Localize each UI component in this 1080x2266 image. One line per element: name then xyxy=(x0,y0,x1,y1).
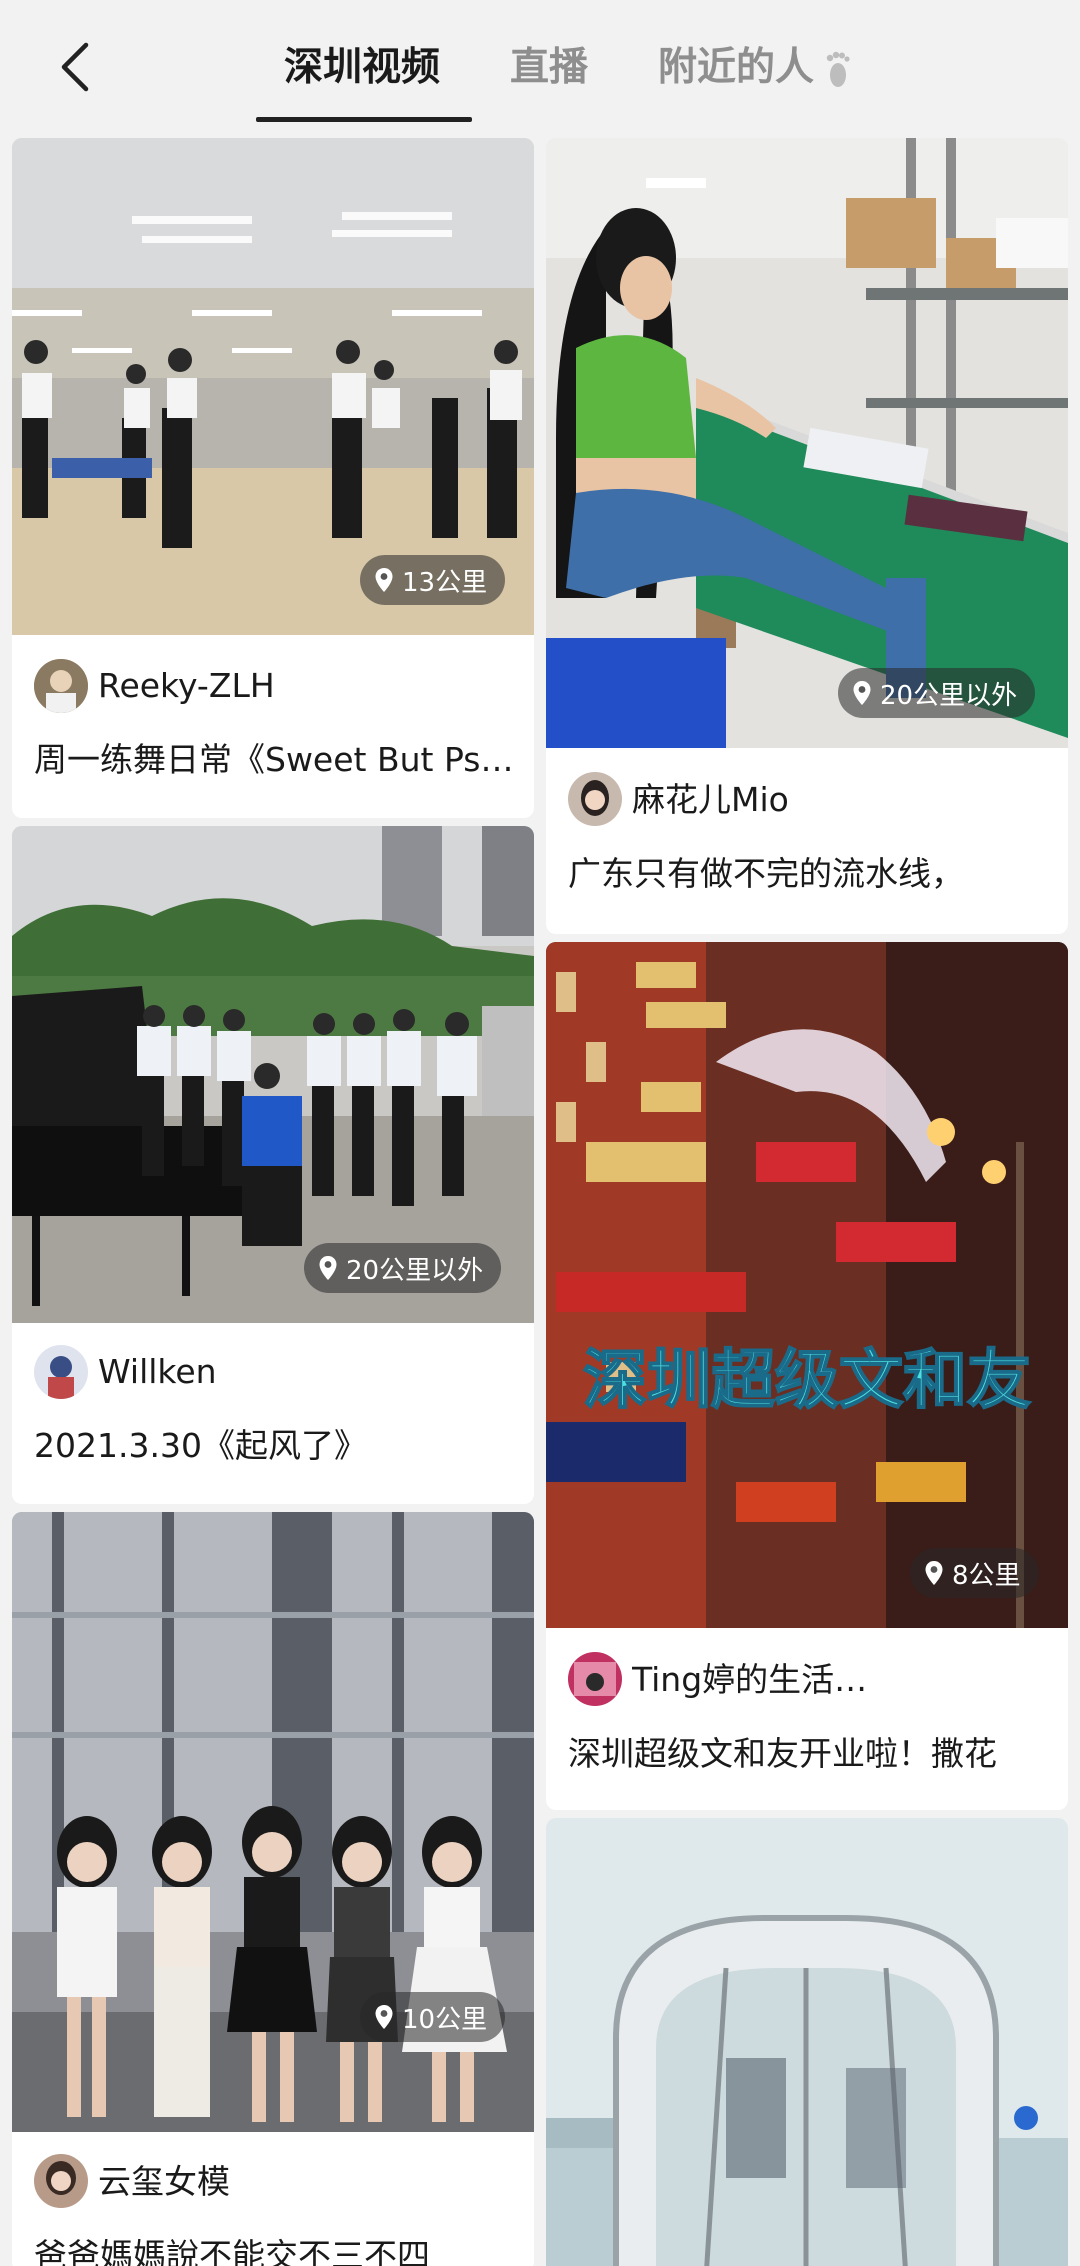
video-thumbnail[interactable]: 20公里以外 xyxy=(546,138,1068,748)
video-caption[interactable]: 2021.3.30《起风了》 xyxy=(34,1424,514,1468)
avatar[interactable] xyxy=(34,659,88,713)
video-card-4[interactable]: 深圳超级文和友 8公里 Ting婷的生活… 深圳超级文和友开业啦！撒花 xyxy=(546,942,1068,1810)
location-pin-icon xyxy=(319,1256,337,1280)
video-caption[interactable]: 深圳超级文和友开业啦！撒花 xyxy=(568,1732,1048,1776)
distance-badge: 10公里 xyxy=(360,1992,506,2042)
location-pin-icon xyxy=(925,1561,943,1585)
tab-shenzhen-videos[interactable]: 深圳视频 xyxy=(284,38,440,98)
video-card-5[interactable]: 10公里 云玺女模 爸爸媽媽說不能交不三不四 xyxy=(12,1512,534,2266)
location-pin-icon xyxy=(853,681,871,705)
video-thumbnail[interactable]: 13公里 xyxy=(12,138,534,635)
avatar[interactable] xyxy=(568,1652,622,1706)
footprint-icon xyxy=(826,51,850,87)
video-thumbnail[interactable]: 20公里以外 xyxy=(12,826,534,1323)
author-name[interactable]: Reeky-ZLH xyxy=(98,664,518,708)
distance-badge: 20公里以外 xyxy=(304,1243,502,1293)
author-name[interactable]: 云玺女模 xyxy=(98,2160,518,2204)
active-tab-indicator xyxy=(256,117,472,122)
distance-text: 8公里 xyxy=(952,1560,1021,1591)
video-caption[interactable]: 周一练舞日常《Sweet But Psycho》 xyxy=(34,738,514,782)
location-pin-icon xyxy=(375,568,393,592)
tab-nearby-people[interactable]: 附近的人 xyxy=(658,38,814,98)
location-pin-icon xyxy=(375,2005,393,2029)
video-thumbnail[interactable]: 深圳超级文和友 8公里 xyxy=(546,942,1068,1628)
avatar[interactable] xyxy=(568,772,622,826)
video-caption[interactable]: 广东只有做不完的流水线， xyxy=(568,852,1048,896)
video-card-2[interactable]: 20公里以外 麻花儿Mio 广东只有做不完的流水线， xyxy=(546,138,1068,934)
avatar[interactable] xyxy=(34,2154,88,2208)
video-card-3[interactable]: 20公里以外 Willken 2021.3.30《起风了》 xyxy=(12,826,534,1504)
distance-badge: 13公里 xyxy=(360,555,506,605)
avatar[interactable] xyxy=(34,1345,88,1399)
distance-text: 10公里 xyxy=(402,2004,488,2035)
author-name[interactable]: Ting婷的生活… xyxy=(632,1658,1052,1702)
video-overlay-text: 深圳超级文和友 xyxy=(583,1344,1031,1416)
top-bar: 深圳视频 直播 附近的人 xyxy=(0,0,1080,130)
distance-badge: 20公里以外 xyxy=(838,668,1036,718)
video-thumbnail[interactable]: 10公里 xyxy=(12,1512,534,2132)
video-card-1[interactable]: 13公里 Reeky-ZLH 周一练舞日常《Sweet But Psycho》 xyxy=(12,138,534,818)
chevron-left-icon xyxy=(61,42,89,92)
video-caption[interactable]: 爸爸媽媽說不能交不三不四 xyxy=(34,2234,514,2266)
distance-text: 13公里 xyxy=(402,567,488,598)
author-name[interactable]: 麻花儿Mio xyxy=(632,778,1052,822)
back-button[interactable] xyxy=(52,40,98,94)
author-name[interactable]: Willken xyxy=(98,1350,518,1394)
distance-text: 20公里以外 xyxy=(346,1255,484,1286)
video-thumbnail[interactable] xyxy=(546,1818,1068,2266)
distance-text: 20公里以外 xyxy=(880,680,1018,711)
tab-live[interactable]: 直播 xyxy=(510,38,588,98)
video-card-6[interactable] xyxy=(546,1818,1068,2266)
distance-badge: 8公里 xyxy=(910,1548,1039,1598)
